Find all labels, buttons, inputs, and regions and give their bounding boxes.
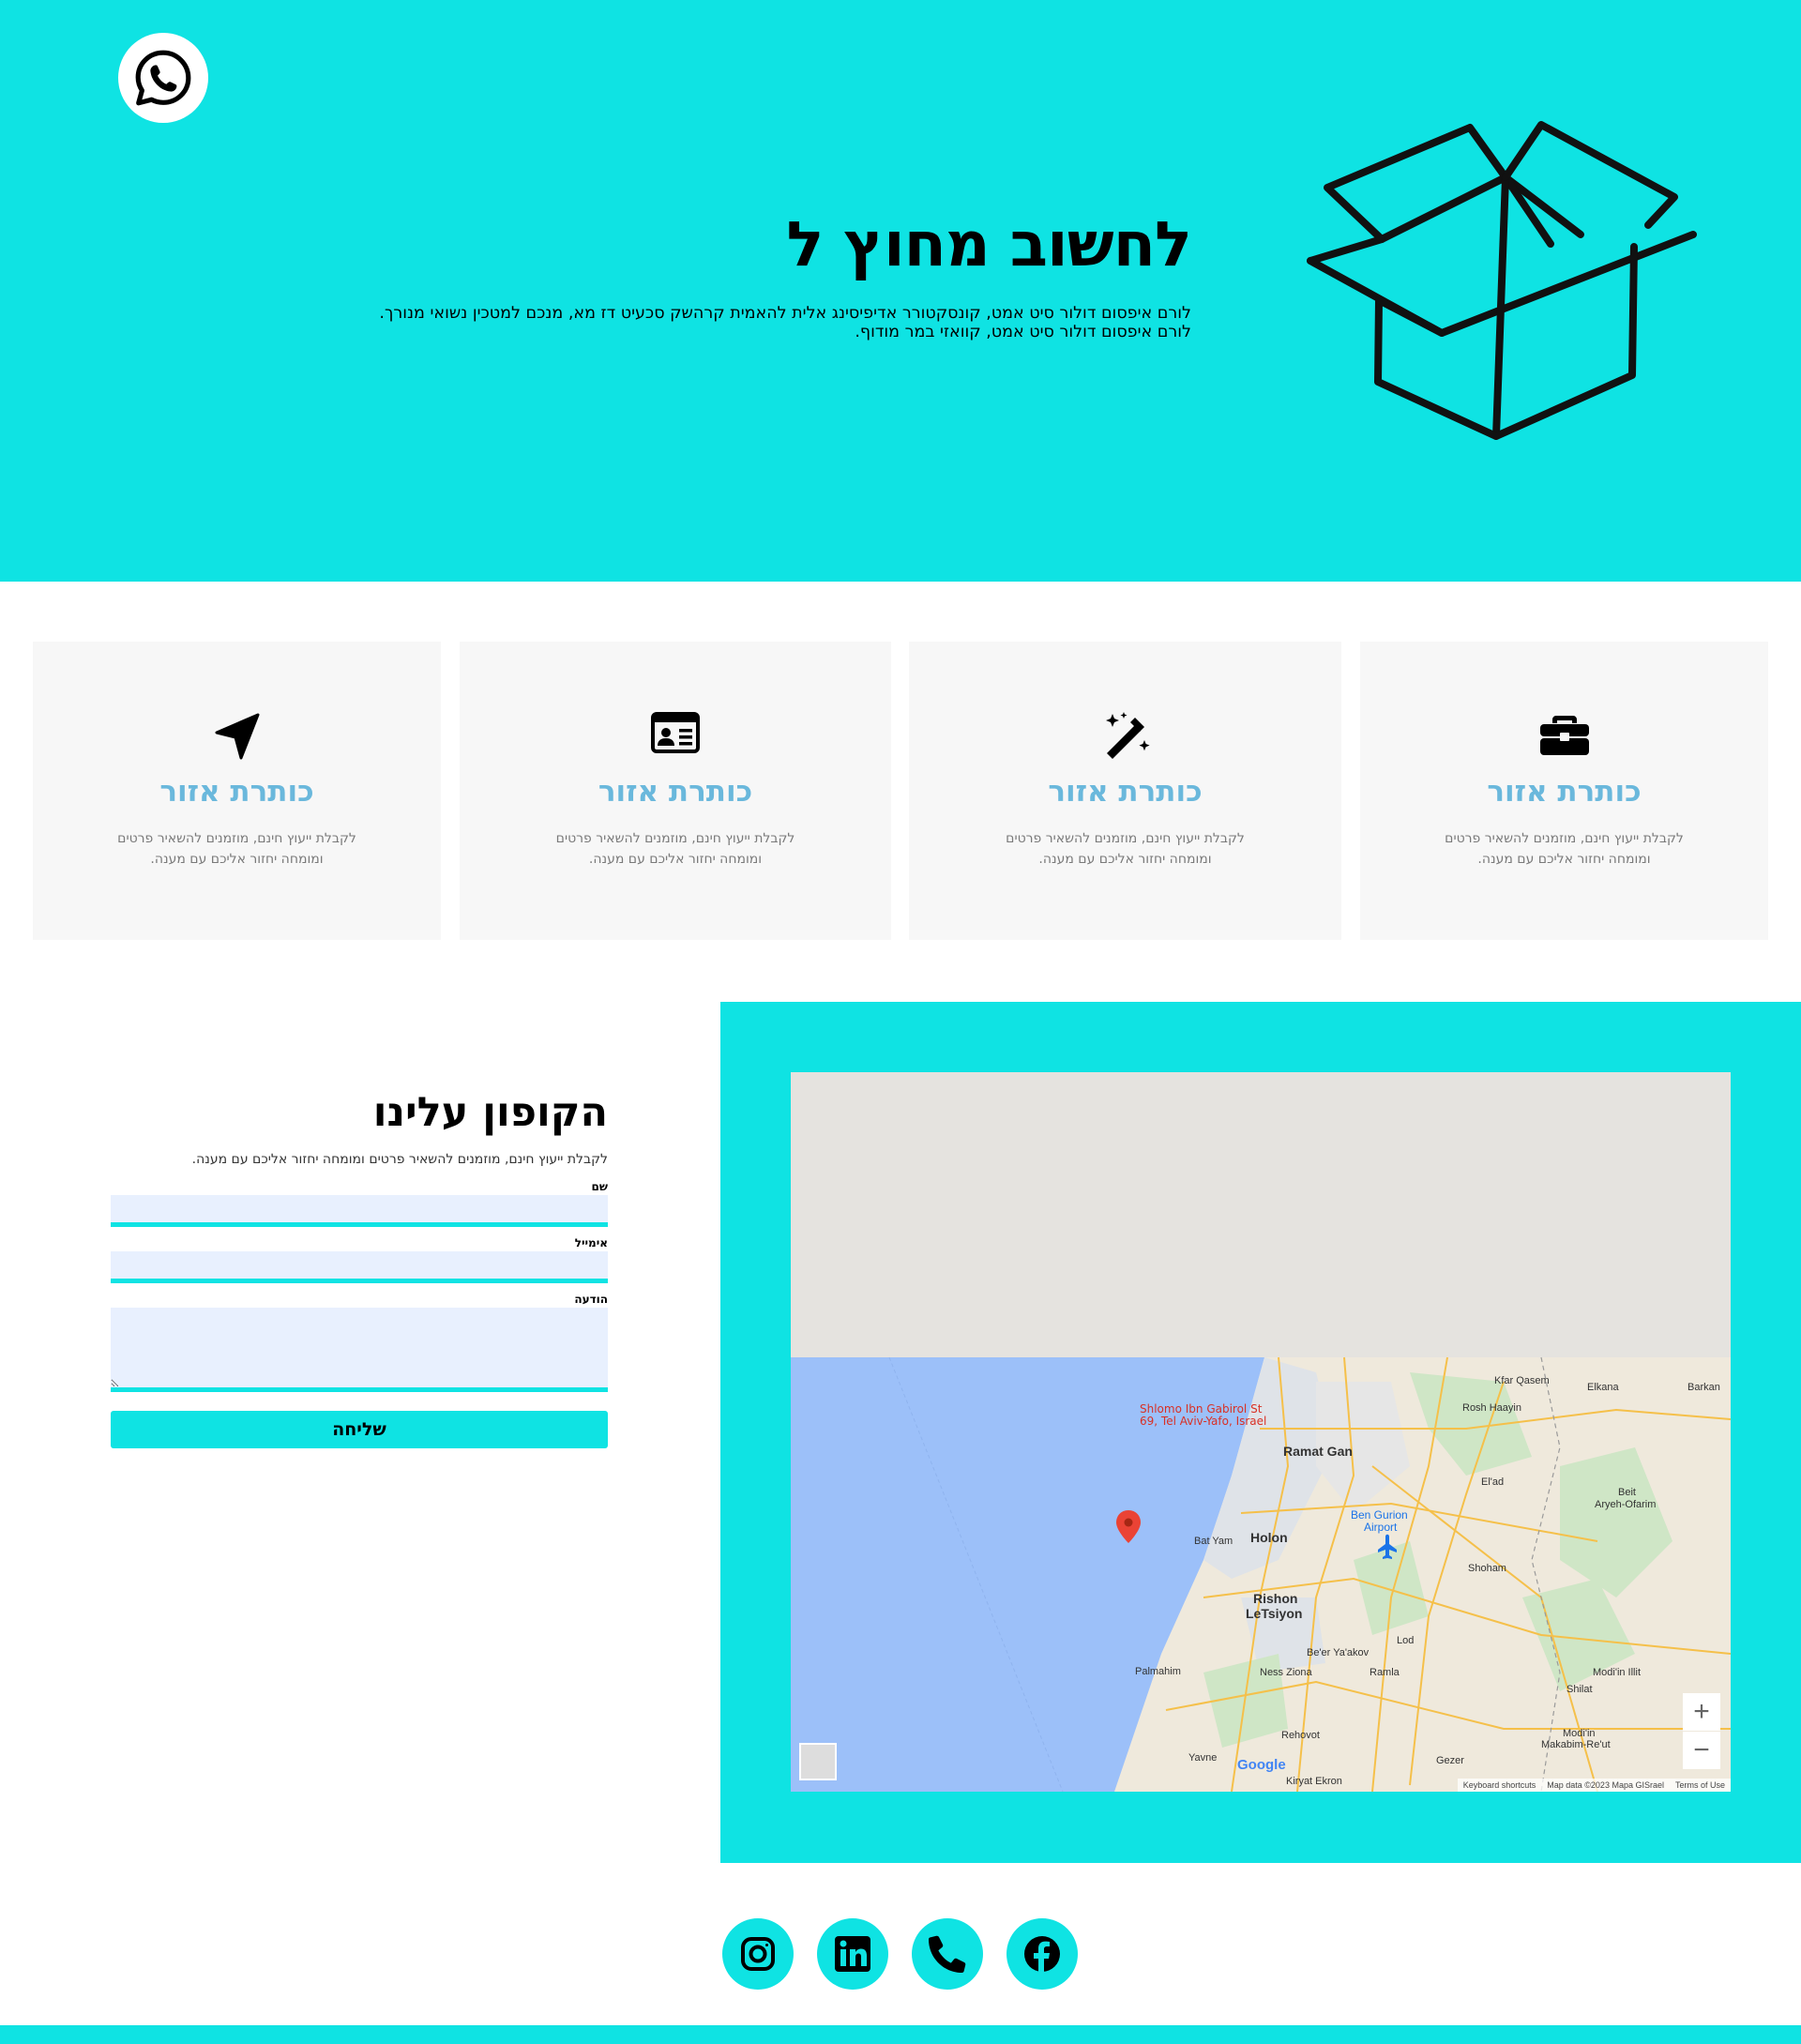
place-label: Kfar Qasem <box>1494 1375 1550 1386</box>
submit-button[interactable]: שליחה <box>111 1411 608 1448</box>
terms-link[interactable]: Terms of Use <box>1675 1779 1725 1792</box>
google-map[interactable]: Shlomo Ibn Gabirol St 69, Tel Aviv-Yafo,… <box>791 1072 1731 1792</box>
satellite-thumbnail <box>801 1745 835 1779</box>
place-label: Elkana <box>1587 1382 1619 1393</box>
place-label: Palmahim <box>1135 1666 1181 1677</box>
map-place-labels: Ramat Gan Holon Bat Yam Rishon LeTsiyon … <box>791 1072 1731 1792</box>
instagram-button[interactable] <box>722 1918 794 1990</box>
place-label: Shoham <box>1468 1563 1506 1574</box>
id-card-icon <box>651 712 700 753</box>
hero-text-line-1: לורם איפסום דולור סיט אמט, קונסקטורר אדי… <box>379 304 1191 323</box>
place-label: Holon <box>1250 1530 1288 1545</box>
place-label: Gezer <box>1436 1755 1464 1766</box>
message-label: הודעה <box>574 1293 608 1306</box>
card-title: כותרת אזור <box>598 775 753 809</box>
feature-card-3: כותרת אזור לקבלת ייעוץ חינם, מוזמנים להש… <box>460 642 891 940</box>
map-layer-toggle[interactable] <box>799 1743 837 1780</box>
place-label: Ness Ziona <box>1260 1667 1312 1678</box>
feature-card-2: כותרת אזור לקבלת ייעוץ חינם, מוזמנים להש… <box>909 642 1341 940</box>
contact-subtitle: לקבלת ייעוץ חינם, מוזמנים להשאיר פרטים ו… <box>191 1152 608 1167</box>
name-field[interactable] <box>111 1195 608 1227</box>
google-logo: Google <box>1237 1757 1286 1773</box>
place-label: Kiryat Ekron <box>1286 1776 1342 1787</box>
instagram-icon <box>741 1937 775 1971</box>
card-text: לקבלת ייעוץ חינם, מוזמנים להשאיר פרטים ו… <box>117 831 356 867</box>
location-arrow-icon <box>215 713 259 760</box>
place-label: Rehovot <box>1281 1730 1320 1741</box>
whatsapp-button[interactable] <box>118 33 208 123</box>
facebook-icon <box>1024 1936 1060 1973</box>
feature-card-4: כותרת אזור לקבלת ייעוץ חינם, מוזמנים להש… <box>33 642 441 940</box>
place-label: Beit <box>1618 1487 1636 1498</box>
open-box-illustration <box>1307 121 1697 440</box>
place-label: Shilat <box>1566 1684 1593 1695</box>
hero-section: לחשוב מחוץ ל לורם איפסום דולור סיט אמט, … <box>0 0 1801 582</box>
email-field[interactable] <box>111 1251 608 1283</box>
email-label: אימייל <box>574 1236 608 1249</box>
linkedin-button[interactable] <box>817 1918 888 1990</box>
place-label: Bat Yam <box>1194 1536 1233 1547</box>
place-label: Airport <box>1364 1521 1398 1534</box>
place-label: Ramat Gan <box>1283 1444 1353 1459</box>
card-text: לקבלת ייעוץ חינם, מוזמנים להשאיר פרטים ו… <box>1445 831 1684 867</box>
place-label: Barkan <box>1687 1382 1720 1393</box>
hero-title: לחשוב מחוץ ל <box>786 208 1192 280</box>
place-label: Aryeh-Ofarim <box>1595 1499 1657 1510</box>
place-label: El'ad <box>1481 1476 1505 1488</box>
place-label: Rishon <box>1253 1591 1298 1606</box>
hero-text: לורם איפסום דולור סיט אמט, קונסקטורר אדי… <box>291 304 1191 341</box>
card-text: לקבלת ייעוץ חינם, מוזמנים להשאיר פרטים ו… <box>1006 831 1245 867</box>
name-label: שם <box>591 1180 608 1193</box>
phone-button[interactable] <box>912 1918 983 1990</box>
card-title: כותרת אזור <box>1487 775 1642 809</box>
place-label: Be'er Ya'akov <box>1307 1647 1370 1658</box>
footer-bar <box>0 2025 1801 2044</box>
contact-form: הקופון עלינו לקבלת ייעוץ חינם, מוזמנים ל… <box>111 1088 608 1448</box>
message-field[interactable] <box>111 1308 608 1392</box>
phone-icon <box>929 1935 966 1973</box>
map-attribution: Keyboard shortcuts Map data ©2023 Mapa G… <box>1457 1779 1731 1792</box>
linkedin-icon <box>835 1936 870 1972</box>
place-label: LeTsiyon <box>1246 1606 1303 1621</box>
place-label: Rosh Haayin <box>1462 1402 1521 1414</box>
keyboard-shortcuts-link[interactable]: Keyboard shortcuts <box>1463 1779 1536 1792</box>
whatsapp-icon <box>135 50 191 106</box>
facebook-button[interactable] <box>1006 1918 1078 1990</box>
zoom-out-button[interactable]: − <box>1683 1732 1720 1769</box>
briefcase-icon <box>1539 716 1589 755</box>
card-title: כותרת אזור <box>1048 775 1203 809</box>
place-label: Ramla <box>1370 1667 1400 1678</box>
place-label: Ben Gurion <box>1351 1508 1408 1522</box>
place-label: Modi'in Illit <box>1593 1667 1642 1678</box>
card-text: לקבלת ייעוץ חינם, מוזמנים להשאיר פרטים ו… <box>555 831 795 867</box>
magic-wand-icon <box>1105 712 1150 759</box>
map-data-text: Map data ©2023 Mapa GISrael <box>1547 1780 1664 1790</box>
place-label: Lod <box>1397 1635 1415 1646</box>
zoom-in-button[interactable]: + <box>1683 1693 1720 1731</box>
contact-title: הקופון עלינו <box>372 1089 608 1136</box>
place-label: Yavne <box>1188 1752 1218 1764</box>
card-title: כותרת אזור <box>159 775 314 809</box>
hero-text-line-2: לורם איפסום דולור סיט אמט, קוואזי במר מו… <box>855 323 1191 341</box>
place-label: Modi'in <box>1563 1728 1596 1739</box>
feature-card-1: כותרת אזור לקבלת ייעוץ חינם, מוזמנים להש… <box>1360 642 1768 940</box>
place-label: Makabim-Re'ut <box>1541 1739 1611 1750</box>
